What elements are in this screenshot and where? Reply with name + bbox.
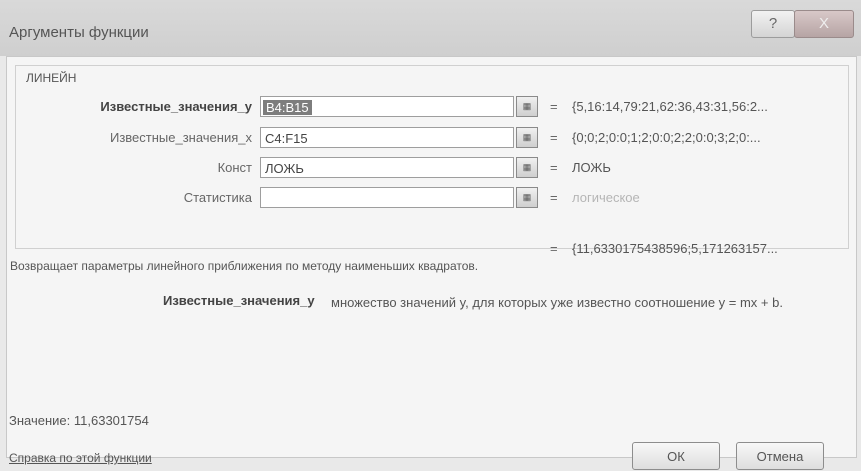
- arg-value-stats: логическое: [572, 190, 640, 205]
- window-title: Аргументы функции: [9, 24, 149, 41]
- range-select-icon[interactable]: ▦: [516, 157, 538, 178]
- argument-help-text: множество значений y, для которых уже из…: [331, 295, 783, 310]
- equals-sign: =: [550, 130, 558, 145]
- help-link[interactable]: Справка по этой функции: [9, 451, 152, 465]
- arg-input-known-y-text: B4:B15: [263, 100, 312, 115]
- range-select-icon[interactable]: ▦: [516, 96, 538, 117]
- arg-value-const: ЛОЖЬ: [572, 160, 611, 175]
- equals-sign: =: [550, 190, 558, 205]
- arg-value-known-x: {0;0;2;0:0;1;2;0:0;2;2;0:0;3;2;0:...: [572, 130, 761, 145]
- arg-value-known-y: {5,16:14,79:21,62:36,43:31,56:2...: [572, 99, 768, 114]
- arg-input-known-x[interactable]: C4:F15: [260, 127, 514, 148]
- formula-result: Значение: 11,63301754: [9, 413, 149, 428]
- result-value: {11,6330175438596;5,171263157...: [572, 241, 778, 256]
- arguments-group: ЛИНЕЙН Известные_значения_y B4:B15 ▦ = {…: [15, 65, 849, 256]
- arg-label-stats: Статистика: [183, 190, 252, 205]
- argument-help-name: Известные_значения_y: [163, 293, 315, 308]
- arg-input-known-y[interactable]: B4:B15: [260, 96, 514, 117]
- cancel-button[interactable]: Отмена: [736, 442, 824, 470]
- arg-label-const: Конст: [217, 160, 252, 175]
- title-bar: Аргументы функции ? X: [0, 0, 861, 56]
- arg-label-known-x: Известные_значения_x: [109, 130, 252, 145]
- equals-sign: =: [550, 160, 558, 175]
- dialog-body: ЛИНЕЙН Известные_значения_y B4:B15 ▦ = {…: [6, 56, 857, 470]
- range-select-icon[interactable]: ▦: [516, 187, 538, 208]
- arg-input-stats[interactable]: [260, 187, 514, 208]
- arg-input-const[interactable]: ЛОЖЬ: [260, 157, 514, 178]
- range-select-icon[interactable]: ▦: [516, 127, 538, 148]
- equals-sign: =: [550, 99, 558, 114]
- arg-label-known-y: Известные_значения_y: [100, 99, 252, 114]
- close-button[interactable]: X: [794, 10, 854, 38]
- function-description: Возвращает параметры линейного приближен…: [10, 259, 479, 273]
- help-button[interactable]: ?: [751, 10, 795, 38]
- result-equals-sign: =: [550, 241, 558, 256]
- function-name: ЛИНЕЙН: [26, 71, 77, 85]
- ok-button[interactable]: ОК: [632, 442, 720, 470]
